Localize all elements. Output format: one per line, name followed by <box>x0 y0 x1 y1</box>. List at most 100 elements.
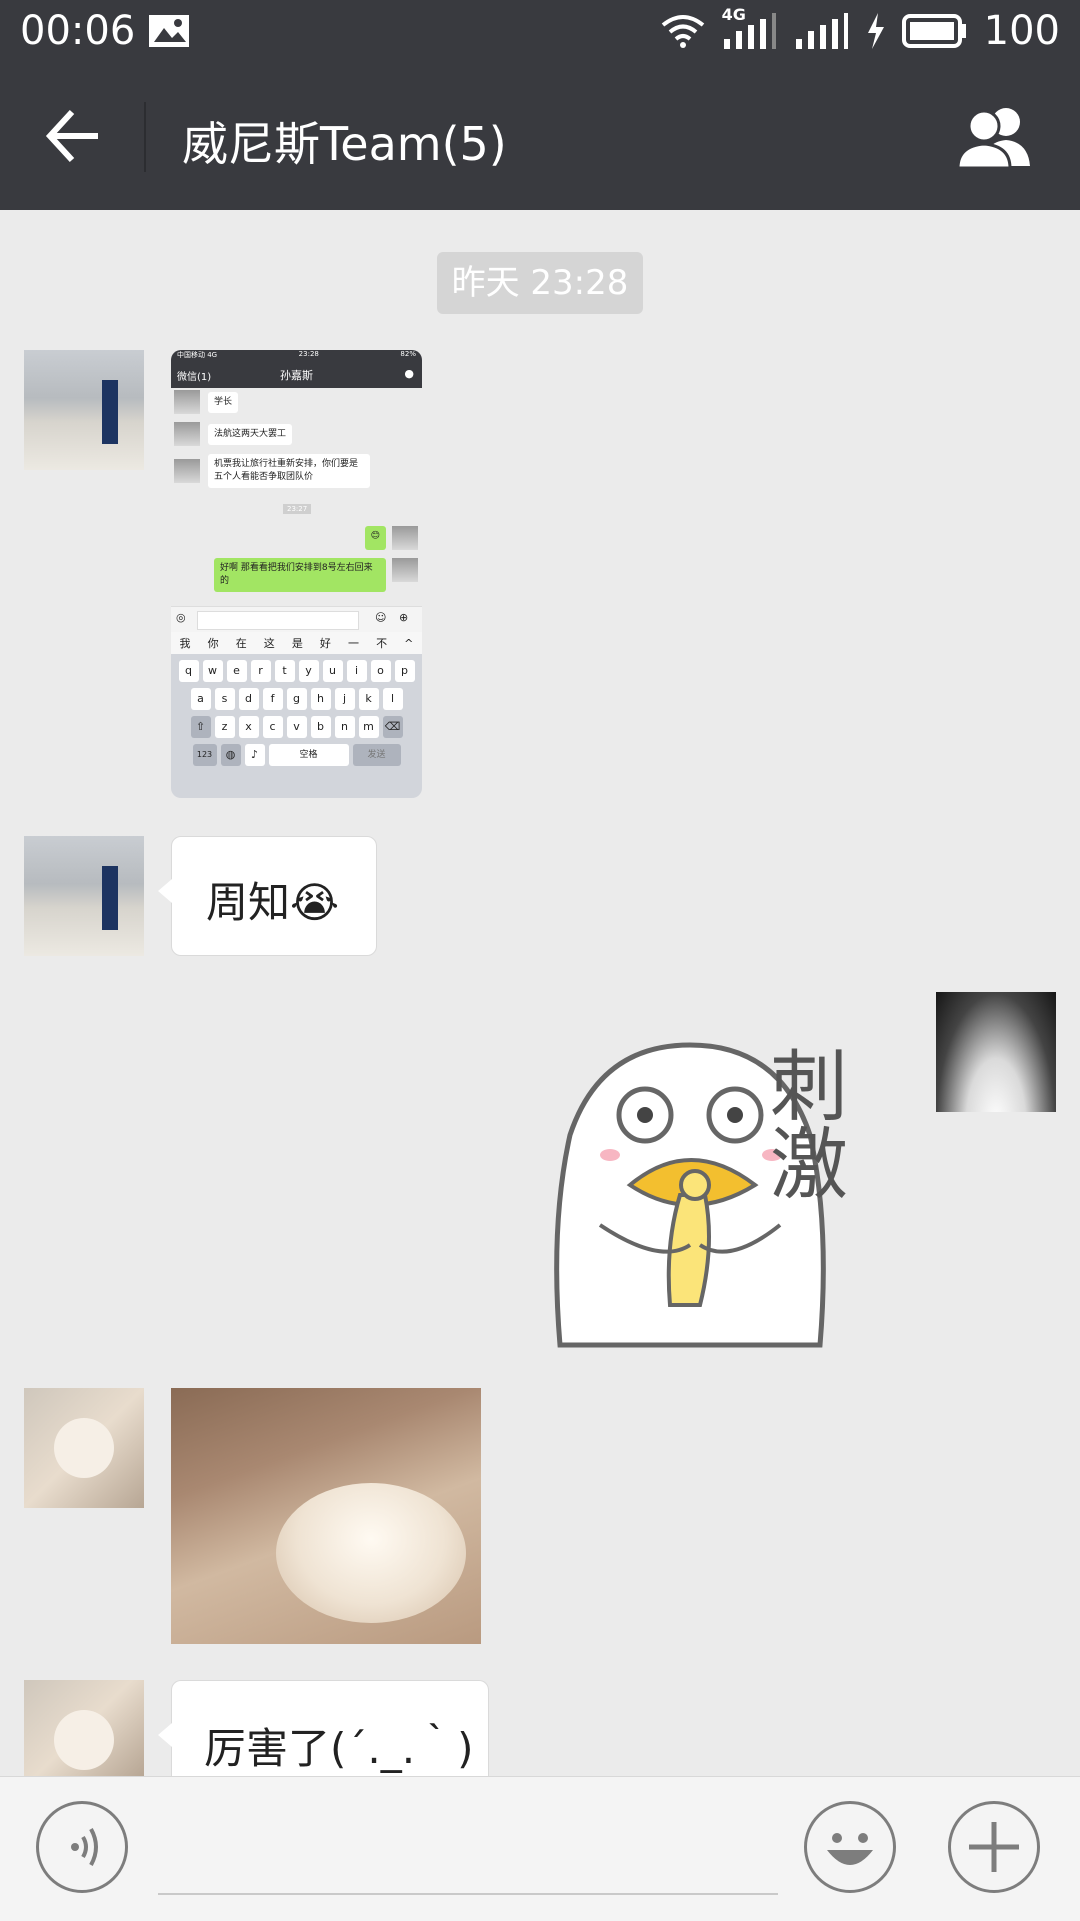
emoji-button[interactable] <box>804 1801 896 1893</box>
shot-carrier: 中国移动 4G <box>177 351 218 359</box>
text-message[interactable]: 周知😭 <box>158 836 377 956</box>
plus-icon <box>969 1822 1019 1872</box>
shot-emoji-icon: ☺ <box>375 611 387 624</box>
shot-key-row: ⇧ z x c v b n m ⌫ <box>171 716 422 738</box>
cat-body <box>276 1483 466 1623</box>
shot-candidate: 这 <box>263 637 275 650</box>
shot-key: v <box>286 716 307 738</box>
voice-icon <box>71 1828 98 1866</box>
shot-key: y <box>298 660 319 682</box>
shot-key: n <box>334 716 355 738</box>
chat-timestamp: 昨天 23:28 <box>437 252 643 314</box>
shot-own-bubble: 好啊 那看看把我们安排到8号左右回来的 <box>214 558 386 592</box>
shot-own-message: 好啊 那看看把我们安排到8号左右回来的 <box>214 558 418 592</box>
chat-header: 威尼斯Team(5) <box>0 64 1080 210</box>
message-text: 周知😭 <box>206 878 340 927</box>
shot-key: a <box>190 688 211 710</box>
shot-key: x <box>238 716 259 738</box>
shot-key: h <box>310 688 331 710</box>
shot-candidate: 不 <box>376 637 388 650</box>
plus-button[interactable] <box>948 1801 1040 1893</box>
signal-icon: 4G <box>722 5 778 51</box>
shot-key-row: asdfghjkl <box>171 688 422 710</box>
image-message-screenshot[interactable]: 中国移动 4G 23:28 82% 微信(1) 孙嘉斯 ● 学长 法航这两天大罢… <box>171 350 422 798</box>
shot-globe-key: ◍ <box>220 744 241 766</box>
avatar[interactable] <box>24 836 144 956</box>
shot-bubble: 机票我让旅行社重新安排，你们要是五个人看能否争取团队价 <box>208 454 370 488</box>
shot-message: 法航这两天大罢工 <box>174 422 293 446</box>
status-time: 00:06 <box>20 8 136 54</box>
emoji-icon <box>827 1833 873 1865</box>
avatar-figure <box>102 380 118 444</box>
shot-time: 23:28 <box>298 350 319 358</box>
shot-key: r <box>250 660 271 682</box>
shot-key: q <box>178 660 199 682</box>
avatar[interactable] <box>24 350 144 470</box>
shot-timestamp: 23:27 <box>283 504 312 514</box>
charging-icon <box>867 13 884 49</box>
shot-space-key: 空格 <box>268 744 349 766</box>
shot-message: 学长 <box>174 390 239 414</box>
shot-key: d <box>238 688 259 710</box>
shot-key: p <box>394 660 415 682</box>
shot-avatar <box>174 422 200 446</box>
back-arrow-icon[interactable] <box>44 106 104 166</box>
shot-key: b <box>310 716 331 738</box>
shot-key: w <box>202 660 223 682</box>
cat-face <box>54 1418 114 1478</box>
cat-avatar[interactable] <box>24 1680 144 1776</box>
shot-shift-key: ⇧ <box>190 716 211 738</box>
shot-mic-key: ♪ <box>244 744 265 766</box>
wifi-icon <box>661 15 704 48</box>
shot-person-icon: ● <box>404 367 414 380</box>
shot-key: o <box>370 660 391 682</box>
shot-candidate: 是 <box>291 637 303 650</box>
shot-candidate: 在 <box>235 637 247 650</box>
shot-voice-icon: ◎ <box>176 611 186 624</box>
shot-bubble: 学长 <box>208 391 239 413</box>
shot-key: i <box>346 660 367 682</box>
shot-candidate: 我 <box>179 637 191 650</box>
shot-key-row: 123 ◍ ♪ 空格 发送 <box>171 744 422 766</box>
shot-backspace-key: ⌫ <box>382 716 403 738</box>
shot-keyboard: qwertyuiop asdfghjkl ⇧ z x c v b n m ⌫ 123 ◍ ♪ 空… <box>171 654 422 798</box>
shot-title: 孙嘉斯 <box>280 369 313 382</box>
shot-avatar <box>174 390 200 414</box>
shot-send-key: 发送 <box>352 744 401 766</box>
shot-key: u <box>322 660 343 682</box>
shot-status-bar: 中国移动 4G 23:28 82% <box>171 350 422 360</box>
battery-icon <box>901 14 966 48</box>
shot-bubble: 法航这两天大罢工 <box>208 423 293 445</box>
shot-key: l <box>382 688 403 710</box>
gallery-icon <box>149 15 189 47</box>
shot-own-avatar <box>392 526 418 550</box>
shot-key-row: qwertyuiop <box>171 660 422 682</box>
shot-key: 123 <box>192 744 217 766</box>
avatar-figure <box>102 866 118 930</box>
text-message[interactable]: 厉害了(´._.｀) <box>158 1680 489 1777</box>
shot-input-field <box>197 611 359 630</box>
shot-key: f <box>262 688 283 710</box>
duck-sticker[interactable]: 刺激 <box>540 985 920 1355</box>
shot-own-avatar <box>392 558 418 582</box>
sticker-text: 刺激 <box>757 1045 847 1201</box>
group-members-icon[interactable] <box>954 104 1040 168</box>
shot-key: g <box>286 688 307 710</box>
shot-key: t <box>274 660 295 682</box>
self-avatar[interactable] <box>936 992 1056 1112</box>
shot-key: m <box>358 716 379 738</box>
shot-key: s <box>214 688 235 710</box>
message-input-field[interactable] <box>158 1893 778 1895</box>
shot-key: e <box>226 660 247 682</box>
shot-plus-icon: ⊕ <box>399 611 409 624</box>
header-divider <box>144 102 146 172</box>
voice-button[interactable] <box>36 1801 128 1893</box>
signal-icon-2 <box>795 13 848 49</box>
shot-input-bar: ◎ ☺ ⊕ <box>171 606 422 633</box>
shot-key: z <box>214 716 235 738</box>
cat-face <box>54 1710 114 1770</box>
cat-avatar[interactable] <box>24 1388 144 1508</box>
cat-image-message[interactable] <box>171 1388 481 1644</box>
shot-title-bar: 微信(1) 孙嘉斯 ● <box>171 360 422 388</box>
shot-key: k <box>358 688 379 710</box>
